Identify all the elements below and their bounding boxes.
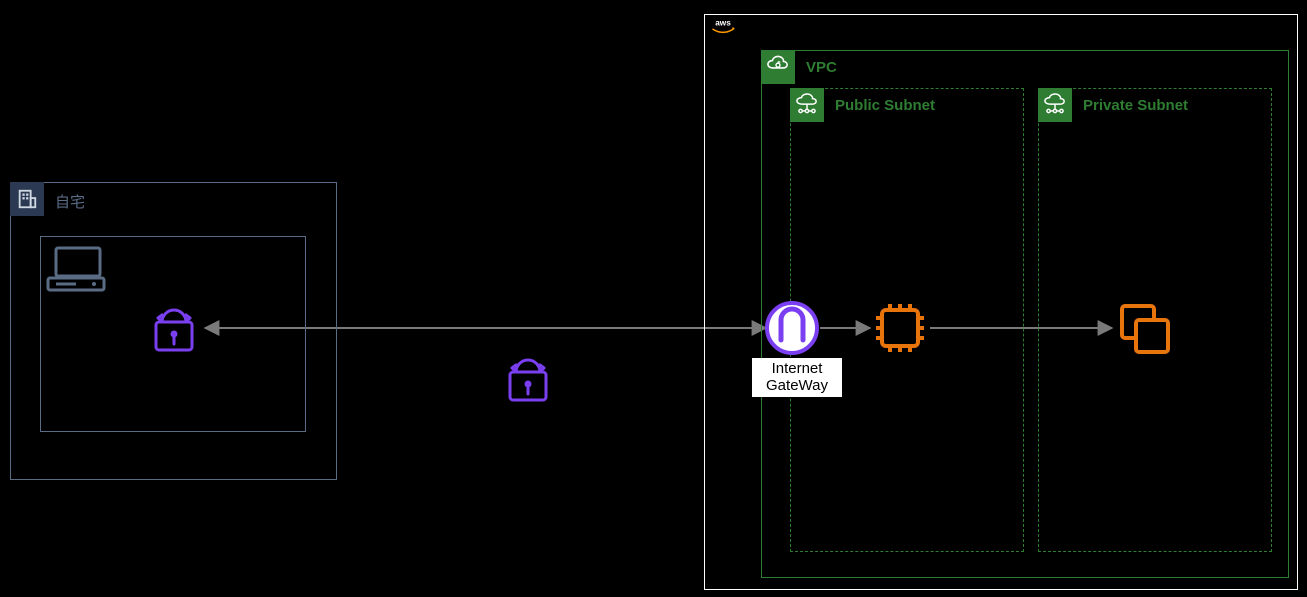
private-subnet-label: Private Subnet [1083,97,1188,114]
compute-icon [872,300,928,356]
lock-icon [148,302,200,354]
diagram-canvas: 自宅 aw [0,0,1307,597]
aws-logo: aws [704,14,741,37]
lock-icon [502,352,554,404]
internet-gateway-label: InternetGateWay [752,358,842,397]
svg-text:aws: aws [715,18,731,27]
internet-gateway-icon [764,300,820,356]
client-computer-icon [46,244,106,294]
public-subnet-label: Public Subnet [835,97,935,114]
building-icon [10,182,44,216]
public-subnet-icon [790,88,824,122]
private-subnet-icon [1038,88,1072,122]
home-label: 自宅 [55,191,85,212]
vpc-label: VPC [806,59,837,76]
private-resource-icon [1116,300,1174,358]
vpc-icon [761,50,795,84]
